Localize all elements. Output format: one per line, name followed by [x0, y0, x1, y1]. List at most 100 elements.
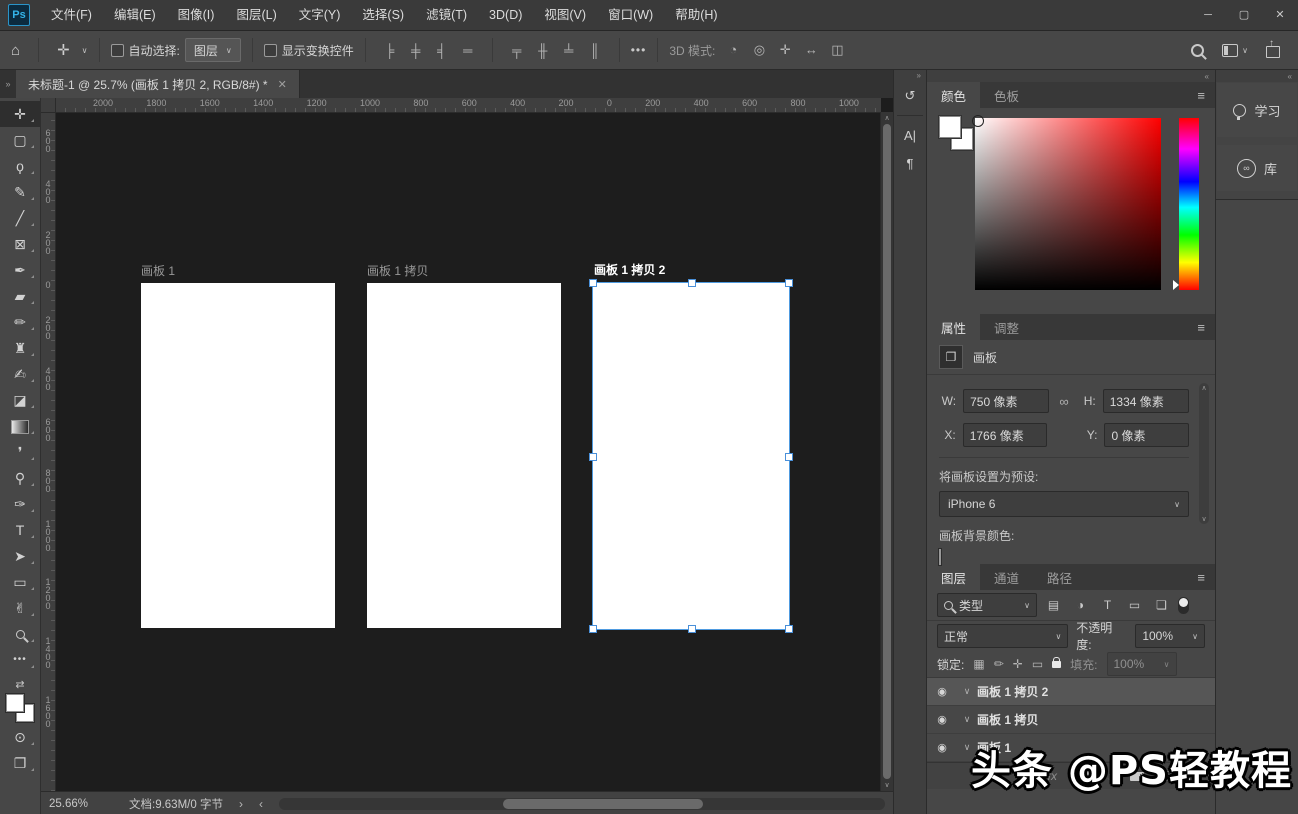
- zoom-level-field[interactable]: 25.66%: [49, 798, 113, 810]
- blur-tool[interactable]: ❜: [0, 439, 40, 465]
- more-options-icon[interactable]: •••: [631, 43, 647, 57]
- learn-panel-button[interactable]: 学习: [1217, 83, 1297, 137]
- type-layer-filter-icon[interactable]: T: [1097, 598, 1118, 612]
- maximize-button[interactable]: ▢: [1226, 0, 1262, 30]
- spot-healing-brush-tool[interactable]: ▰: [0, 283, 40, 309]
- panel-menu-icon[interactable]: ≡: [1187, 564, 1215, 590]
- link-dimensions-icon[interactable]: ∞: [1059, 394, 1068, 409]
- rectangular-marquee-tool[interactable]: ▢: [0, 127, 40, 153]
- show-transform-checkbox[interactable]: [264, 44, 277, 57]
- lock-artboard-icon[interactable]: ▭: [1032, 657, 1043, 671]
- character-panel-icon[interactable]: A|: [897, 122, 923, 148]
- menu-item[interactable]: 3D(D): [478, 0, 533, 30]
- canvas[interactable]: 2000180016001400120010008006004002000200…: [41, 98, 893, 791]
- dodge-tool[interactable]: ⚲: [0, 465, 40, 491]
- lock-pixels-icon[interactable]: ✏: [994, 657, 1004, 671]
- scroll-up-icon[interactable]: ∧: [881, 114, 893, 122]
- transform-handle[interactable]: [589, 625, 597, 633]
- expand-chevron-icon[interactable]: ∨: [957, 686, 977, 697]
- artboard-background-swatch[interactable]: [939, 549, 941, 565]
- transform-handle[interactable]: [589, 453, 597, 461]
- close-button[interactable]: ✕: [1262, 0, 1298, 30]
- path-selection-tool[interactable]: ➤: [0, 543, 40, 569]
- chevron-down-icon[interactable]: ∨: [1242, 46, 1248, 55]
- artboard-label[interactable]: 画板 1 拷贝: [367, 262, 428, 279]
- type-tool[interactable]: T: [0, 517, 40, 543]
- horizontal-scrollbar[interactable]: [279, 798, 885, 810]
- move-tool[interactable]: ✛: [0, 101, 40, 127]
- panel-scrollbar[interactable]: ∧ ∨: [1199, 383, 1209, 524]
- rectangle-tool[interactable]: ▭: [0, 569, 40, 595]
- tab-channels[interactable]: 通道: [980, 564, 1033, 590]
- frame-tool[interactable]: ⊠: [0, 231, 40, 257]
- x-input[interactable]: 1766 像素: [963, 423, 1048, 447]
- artboard-1[interactable]: [141, 283, 335, 628]
- document-tab[interactable]: 未标题-1 @ 25.7% (画板 1 拷贝 2, RGB/8#) * ✕: [16, 70, 300, 98]
- zoom-tool[interactable]: [0, 621, 40, 647]
- hue-slider[interactable]: [1179, 118, 1199, 290]
- smart-object-filter-icon[interactable]: ❏: [1151, 598, 1172, 612]
- tab-layers[interactable]: 图层: [927, 564, 980, 590]
- artboard-preset-select[interactable]: iPhone 6 ∨: [939, 491, 1189, 517]
- scroll-left-icon[interactable]: ‹: [259, 797, 263, 811]
- 3d-mode-icon[interactable]: ◔: [720, 42, 746, 58]
- visibility-eye-icon[interactable]: ◉: [927, 685, 957, 698]
- artboard-label-selected[interactable]: 画板 1 拷贝 2: [594, 261, 665, 278]
- scroll-up-icon[interactable]: ∧: [1199, 384, 1209, 392]
- menu-item[interactable]: 图层(L): [225, 0, 287, 30]
- paragraph-panel-icon[interactable]: ¶: [897, 150, 923, 176]
- scroll-down-icon[interactable]: ∨: [881, 781, 893, 789]
- 3d-mode-icon[interactable]: ✛: [772, 42, 798, 58]
- lock-transparency-icon[interactable]: ▦: [973, 657, 984, 671]
- history-brush-tool[interactable]: ✍: [0, 361, 40, 387]
- y-input[interactable]: 0 像素: [1104, 423, 1189, 447]
- status-menu-chevron-icon[interactable]: ›: [239, 797, 243, 811]
- vertical-scrollbar[interactable]: ∧ ∨: [880, 112, 893, 791]
- expand-chevron-icon[interactable]: ∨: [957, 714, 977, 725]
- tab-overflow-icon[interactable]: »: [0, 70, 16, 98]
- visibility-eye-icon[interactable]: ◉: [927, 713, 957, 726]
- menu-item[interactable]: 滤镜(T): [415, 0, 478, 30]
- align-icon[interactable]: ╞: [377, 43, 403, 58]
- artboard-1-copy[interactable]: [367, 283, 561, 628]
- swap-colors-icon[interactable]: ⇄: [15, 678, 24, 692]
- crop-tool[interactable]: ╱: [0, 205, 40, 231]
- hue-slider-marker[interactable]: [1173, 280, 1179, 290]
- 3d-mode-icon[interactable]: ◫: [824, 42, 850, 58]
- pen-tool[interactable]: ✑: [0, 491, 40, 517]
- fill-input[interactable]: 100% ∨: [1107, 652, 1177, 676]
- libraries-panel-button[interactable]: ∞ 库: [1217, 145, 1297, 191]
- lock-all-icon[interactable]: [1052, 661, 1061, 668]
- visibility-eye-icon[interactable]: ◉: [927, 741, 957, 754]
- tab-adjustments[interactable]: 调整: [980, 314, 1033, 340]
- menu-item[interactable]: 视图(V): [533, 0, 597, 30]
- tab-swatches[interactable]: 色板: [980, 82, 1033, 108]
- distribute-icon[interactable]: ╤: [504, 43, 530, 58]
- adjustment-layer-filter-icon[interactable]: ◑: [1070, 598, 1091, 612]
- close-tab-icon[interactable]: ✕: [278, 78, 287, 91]
- panel-menu-icon[interactable]: ≡: [1187, 82, 1215, 108]
- auto-select-checkbox[interactable]: [111, 44, 124, 57]
- opacity-input[interactable]: 100% ∨: [1135, 624, 1205, 648]
- align-icon[interactable]: ═: [455, 43, 481, 58]
- color-picker-marker[interactable]: [972, 115, 984, 127]
- tab-properties[interactable]: 属性: [927, 314, 980, 340]
- collapse-panels-icon[interactable]: «: [1205, 72, 1209, 81]
- panel-menu-icon[interactable]: ≡: [1187, 314, 1215, 340]
- collapse-panels-icon[interactable]: «: [1288, 72, 1292, 81]
- artboard-1-copy-2[interactable]: [593, 283, 789, 629]
- lock-position-icon[interactable]: ✛: [1013, 657, 1023, 671]
- height-input[interactable]: 1334 像素: [1103, 389, 1189, 413]
- eraser-tool[interactable]: ◪: [0, 387, 40, 413]
- align-icon[interactable]: ╪: [403, 43, 429, 58]
- search-icon[interactable]: [1191, 44, 1204, 57]
- pixel-layer-filter-icon[interactable]: ▤: [1043, 598, 1064, 612]
- lasso-tool[interactable]: ϙ: [0, 153, 40, 179]
- workspace-icon[interactable]: [1222, 44, 1238, 57]
- 3d-mode-icon[interactable]: ↔: [798, 42, 824, 58]
- transform-handle[interactable]: [688, 625, 696, 633]
- menu-item[interactable]: 文件(F): [40, 0, 103, 30]
- foreground-color-swatch[interactable]: [939, 116, 961, 138]
- menu-item[interactable]: 编辑(E): [103, 0, 167, 30]
- share-icon[interactable]: [1266, 46, 1280, 58]
